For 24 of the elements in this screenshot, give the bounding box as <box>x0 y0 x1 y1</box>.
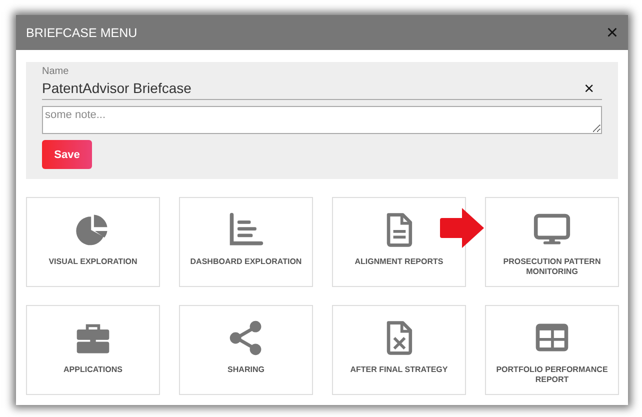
save-button[interactable]: Save <box>42 140 92 169</box>
menu-tile[interactable]: PROSECUTION PATTERN MONITORING <box>485 197 619 287</box>
menu-tile[interactable]: SHARING <box>179 305 313 395</box>
menu-tile[interactable]: APPLICATIONS <box>26 305 160 395</box>
tile-label: VISUAL EXPLORATION <box>48 257 138 267</box>
tile-label: PORTFOLIO PERFORMANCE REPORT <box>495 365 609 385</box>
tile-label: AFTER FINAL STRATEGY <box>349 365 449 375</box>
menu-tile[interactable]: DASHBOARD EXPLORATION <box>179 197 313 287</box>
tile-label: PROSECUTION PATTERN MONITORING <box>502 257 602 277</box>
name-label: Name <box>42 66 69 77</box>
tile-label: DASHBOARD EXPLORATION <box>189 257 303 267</box>
close-button[interactable]: × <box>606 22 618 42</box>
menu-tile[interactable]: AFTER FINAL STRATEGY <box>332 305 466 395</box>
tile-label: ALIGNMENT REPORTS <box>354 257 444 267</box>
clear-button[interactable]: × <box>576 80 602 96</box>
tile-label: SHARING <box>226 365 266 375</box>
dialog-title: BRIEFCASE MENU <box>26 26 138 40</box>
name-field[interactable]: PatentAdvisor Briefcase × <box>42 77 602 100</box>
menu-tile[interactable]: PORTFOLIO PERFORMANCE REPORT <box>485 305 619 395</box>
menu-tile[interactable]: VISUAL EXPLORATION <box>26 197 160 287</box>
menu-tile[interactable]: ALIGNMENT REPORTS <box>332 197 466 287</box>
note-field[interactable]: some note... <box>42 106 602 134</box>
tile-label: APPLICATIONS <box>62 365 124 375</box>
pointer-arrow-icon <box>438 208 484 248</box>
